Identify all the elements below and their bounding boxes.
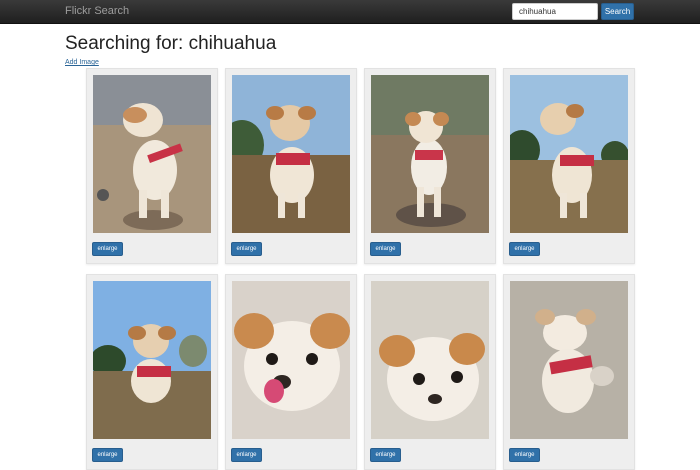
result-photo[interactable]: [232, 75, 350, 233]
result-photo[interactable]: [510, 281, 628, 439]
result-photo[interactable]: [93, 75, 211, 233]
enlarge-button[interactable]: enlarge: [92, 242, 123, 256]
enlarge-button[interactable]: enlarge: [231, 242, 262, 256]
enlarge-button[interactable]: enlarge: [231, 448, 262, 462]
search-input[interactable]: [512, 3, 598, 20]
navbar: Flickr Search Search: [0, 0, 700, 24]
result-card: enlarge: [225, 274, 357, 470]
result-photo[interactable]: [510, 75, 628, 233]
enlarge-button[interactable]: enlarge: [509, 448, 540, 462]
brand-link[interactable]: Flickr Search: [65, 5, 129, 17]
enlarge-button[interactable]: enlarge: [92, 448, 123, 462]
result-card: enlarge: [225, 68, 357, 264]
result-photo[interactable]: [371, 75, 489, 233]
result-photo[interactable]: [93, 281, 211, 439]
enlarge-button[interactable]: enlarge: [370, 242, 401, 256]
enlarge-button[interactable]: enlarge: [509, 242, 540, 256]
page-title: Searching for: chihuahua: [65, 33, 277, 54]
result-photo[interactable]: [232, 281, 350, 439]
enlarge-button[interactable]: enlarge: [370, 448, 401, 462]
add-image-link[interactable]: Add Image: [65, 59, 99, 66]
result-card: enlarge: [364, 274, 496, 470]
search-button[interactable]: Search: [601, 3, 634, 20]
result-card: enlarge: [364, 68, 496, 264]
result-photo[interactable]: [371, 281, 489, 439]
result-card: enlarge: [86, 68, 218, 264]
result-card: enlarge: [86, 274, 218, 470]
result-card: enlarge: [503, 68, 635, 264]
result-card: enlarge: [503, 274, 635, 470]
